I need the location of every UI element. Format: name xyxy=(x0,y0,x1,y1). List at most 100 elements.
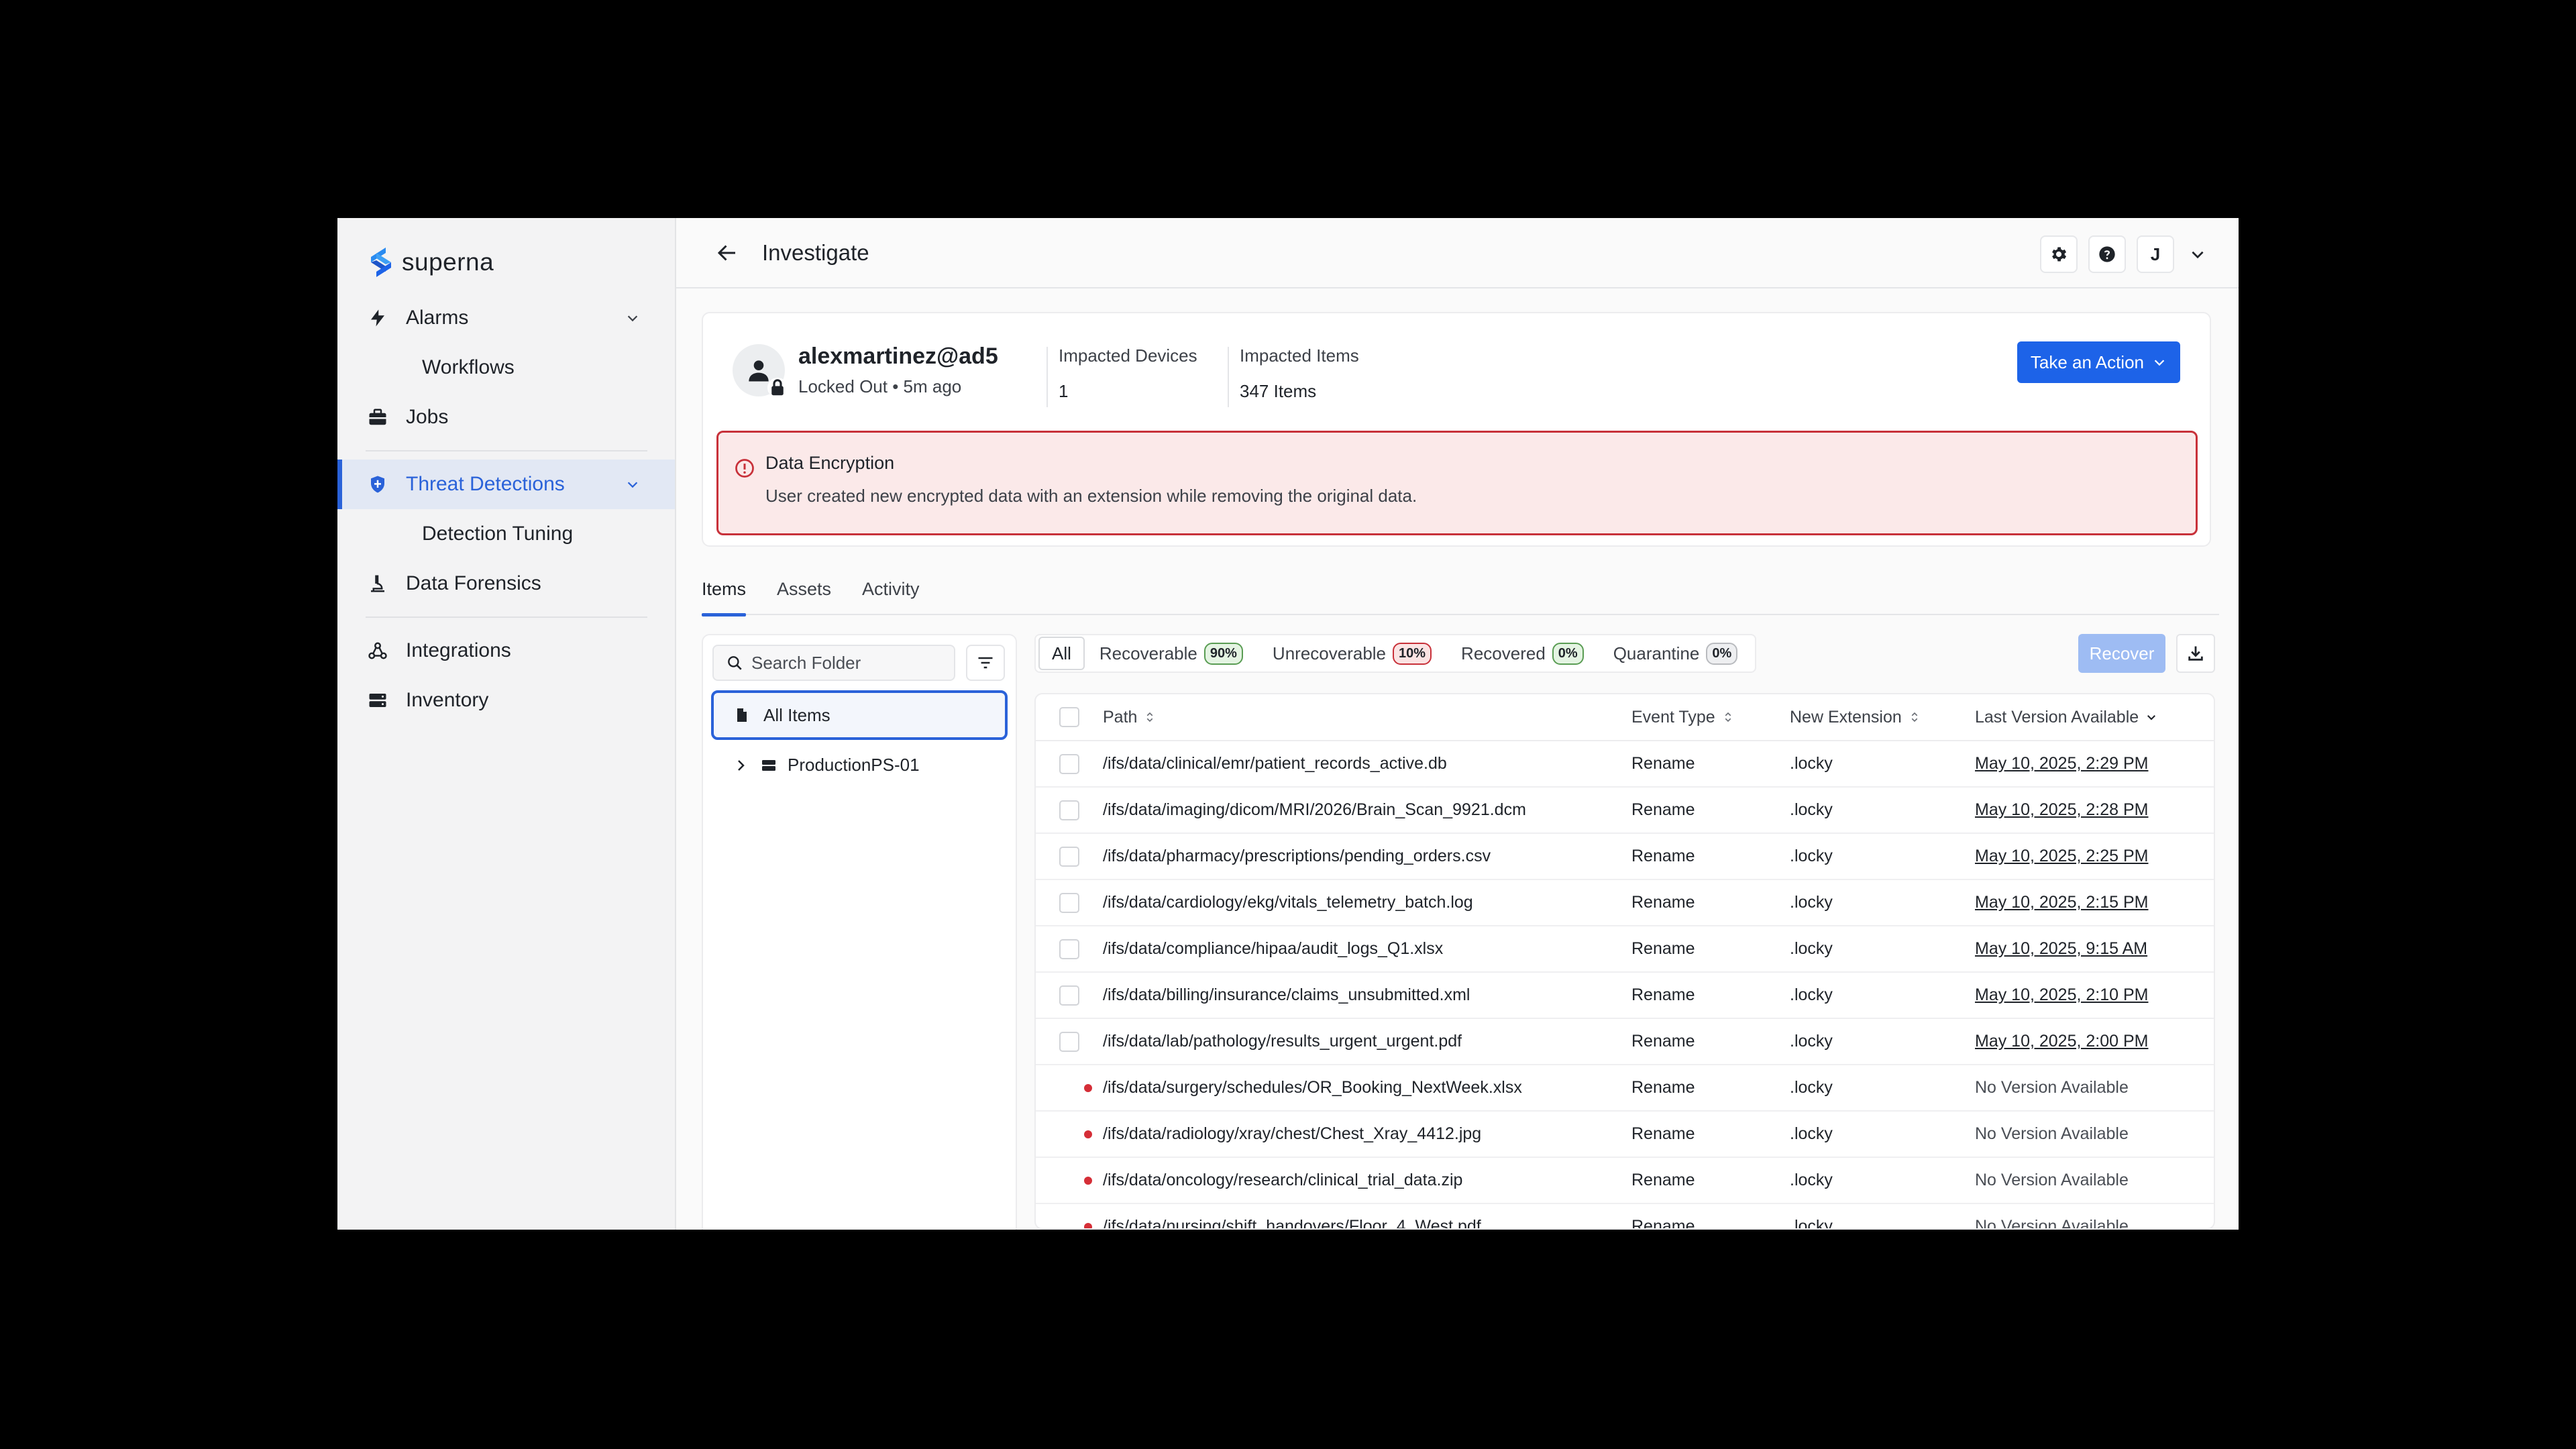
chevron-right-icon[interactable] xyxy=(733,757,749,773)
incident-summary-card: alexmartinez@ad5 Locked Out • 5m ago Imp… xyxy=(702,312,2211,547)
new-extension-cell: .locky xyxy=(1790,1217,1833,1230)
table-row[interactable]: /ifs/data/clinical/emr/patient_records_a… xyxy=(1036,741,2214,788)
download-button[interactable] xyxy=(2176,634,2215,673)
folder-tree-item[interactable]: ProductionPS-01 xyxy=(733,755,920,775)
path-cell: /ifs/data/cardiology/ekg/vitals_telemetr… xyxy=(1103,893,1473,912)
sidebar-item-label: Data Forensics xyxy=(406,572,541,594)
last-version-cell[interactable]: May 10, 2025, 2:10 PM xyxy=(1975,985,2203,1005)
table-row[interactable]: /ifs/data/imaging/dicom/MRI/2026/Brain_S… xyxy=(1036,788,2214,834)
event-type-cell: Rename xyxy=(1631,754,1695,773)
settings-button[interactable] xyxy=(2040,235,2078,273)
take-action-label: Take an Action xyxy=(2030,352,2144,372)
sidebar-item-label: Threat Detections xyxy=(406,473,565,495)
sidebar-item-label: Integrations xyxy=(406,639,511,661)
table-row[interactable]: /ifs/data/surgery/schedules/OR_Booking_N… xyxy=(1036,1065,2214,1112)
main-content: Investigate J alexmartinez@ad5 Locked Ou… xyxy=(676,218,2239,1230)
row-checkbox[interactable] xyxy=(1059,1031,1079,1052)
event-type-cell: Rename xyxy=(1631,847,1695,865)
table-row[interactable]: /ifs/data/radiology/xray/chest/Chest_Xra… xyxy=(1036,1112,2214,1158)
search-folder-input[interactable] xyxy=(751,652,946,674)
sidebar-item-alarms[interactable]: Alarms xyxy=(337,293,675,343)
chevron-down-icon[interactable] xyxy=(2189,246,2206,263)
alert-circle-icon xyxy=(735,459,754,478)
last-version-cell[interactable]: May 10, 2025, 9:15 AM xyxy=(1975,939,2203,959)
back-arrow-icon[interactable] xyxy=(715,241,739,265)
folder-all-items[interactable]: All Items xyxy=(711,690,1008,740)
filter-label: Recovered xyxy=(1461,643,1546,663)
table-row[interactable]: /ifs/data/pharmacy/prescriptions/pending… xyxy=(1036,834,2214,880)
path-cell: /ifs/data/lab/pathology/results_urgent_u… xyxy=(1103,1032,1462,1051)
row-select-cell xyxy=(1036,800,1103,820)
alert-banner: Data Encryption User created new encrypt… xyxy=(716,431,2198,535)
filter-button[interactable] xyxy=(966,645,1005,681)
new-extension-cell: .locky xyxy=(1790,939,1833,958)
tab-assets[interactable]: Assets xyxy=(777,574,831,615)
filter-recoverable[interactable]: Recoverable 90% xyxy=(1085,637,1258,670)
row-select-cell xyxy=(1036,1222,1103,1228)
sidebar-item-data-forensics[interactable]: Data Forensics xyxy=(337,559,675,608)
event-type-cell: Rename xyxy=(1631,1217,1695,1230)
sidebar-item-inventory[interactable]: Inventory xyxy=(337,676,675,725)
row-checkbox[interactable] xyxy=(1059,800,1079,820)
column-header-new-extension[interactable]: New Extension xyxy=(1790,708,1975,727)
path-cell: /ifs/data/radiology/xray/chest/Chest_Xra… xyxy=(1103,1124,1482,1143)
path-cell: /ifs/data/imaging/dicom/MRI/2026/Brain_S… xyxy=(1103,800,1526,819)
chevron-down-icon xyxy=(2147,715,2156,720)
tab-activity[interactable]: Activity xyxy=(862,574,920,615)
chevron-down-icon[interactable] xyxy=(625,477,640,492)
table-row[interactable]: /ifs/data/cardiology/ekg/vitals_telemetr… xyxy=(1036,880,2214,926)
row-checkbox[interactable] xyxy=(1059,938,1079,959)
sidebar-item-threat-detections[interactable]: Threat Detections xyxy=(337,460,675,509)
brand-logo[interactable]: superna xyxy=(366,245,494,280)
alert-title: Data Encryption xyxy=(765,453,895,473)
path-cell: /ifs/data/oncology/research/clinical_tri… xyxy=(1103,1171,1463,1189)
event-type-cell: Rename xyxy=(1631,800,1695,819)
unrecoverable-status-dot xyxy=(1084,1083,1092,1092)
filter-label: Unrecoverable xyxy=(1272,643,1387,663)
table-row[interactable]: /ifs/data/oncology/research/clinical_tri… xyxy=(1036,1158,2214,1204)
user-name: alexmartinez@ad5 xyxy=(798,343,998,369)
filter-quarantine[interactable]: Quarantine 0% xyxy=(1599,637,1753,670)
sidebar-item-detection-tuning[interactable]: Detection Tuning xyxy=(337,509,675,559)
sidebar-item-integrations[interactable]: Integrations xyxy=(337,626,675,676)
row-checkbox[interactable] xyxy=(1059,985,1079,1006)
row-select-cell xyxy=(1036,846,1103,867)
filter-unrecoverable[interactable]: Unrecoverable 10% xyxy=(1258,637,1446,670)
take-action-button[interactable]: Take an Action xyxy=(2017,341,2180,383)
filter-all[interactable]: All xyxy=(1038,637,1085,670)
table-row[interactable]: /ifs/data/lab/pathology/results_urgent_u… xyxy=(1036,1019,2214,1065)
row-checkbox[interactable] xyxy=(1059,846,1079,867)
select-all-checkbox[interactable] xyxy=(1059,707,1079,727)
user-avatar-button[interactable]: J xyxy=(2137,235,2174,273)
help-button[interactable] xyxy=(2088,235,2126,273)
chevron-down-icon[interactable] xyxy=(625,311,640,325)
sidebar-item-label: Jobs xyxy=(406,406,449,428)
column-header-path[interactable]: Path xyxy=(1103,708,1631,727)
sidebar-divider xyxy=(366,616,647,618)
impacted-items-value: 347 Items xyxy=(1240,381,1317,401)
last-version-cell[interactable]: May 10, 2025, 2:15 PM xyxy=(1975,893,2203,912)
column-header-event-type[interactable]: Event Type xyxy=(1631,708,1790,727)
sidebar-nav: Alarms Workflows Jobs Threat Detections xyxy=(337,293,675,725)
last-version-cell[interactable]: May 10, 2025, 2:25 PM xyxy=(1975,847,2203,866)
search-folder-box[interactable] xyxy=(712,645,955,681)
page-title: Investigate xyxy=(762,239,869,265)
filter-recovered[interactable]: Recovered 0% xyxy=(1446,637,1599,670)
table-row[interactable]: /ifs/data/compliance/hipaa/audit_logs_Q1… xyxy=(1036,926,2214,973)
row-checkbox[interactable] xyxy=(1059,753,1079,774)
column-header-last-version[interactable]: Last Version Available xyxy=(1975,708,2203,727)
sort-icon xyxy=(1147,712,1153,722)
row-checkbox[interactable] xyxy=(1059,892,1079,913)
sidebar-item-workflows[interactable]: Workflows xyxy=(337,343,675,392)
row-select-cell xyxy=(1036,753,1103,774)
search-icon xyxy=(728,656,742,670)
recover-button[interactable]: Recover xyxy=(2078,634,2165,673)
tab-items[interactable]: Items xyxy=(702,574,747,616)
last-version-cell[interactable]: May 10, 2025, 2:29 PM xyxy=(1975,754,2203,773)
last-version-cell[interactable]: May 10, 2025, 2:28 PM xyxy=(1975,800,2203,820)
table-row[interactable]: /ifs/data/nursing/shift_handovers/Floor_… xyxy=(1036,1204,2214,1230)
table-row[interactable]: /ifs/data/billing/insurance/claims_unsub… xyxy=(1036,973,2214,1019)
alert-description: User created new encrypted data with an … xyxy=(765,486,1417,506)
sidebar-item-jobs[interactable]: Jobs xyxy=(337,392,675,442)
last-version-cell[interactable]: May 10, 2025, 2:00 PM xyxy=(1975,1032,2203,1051)
